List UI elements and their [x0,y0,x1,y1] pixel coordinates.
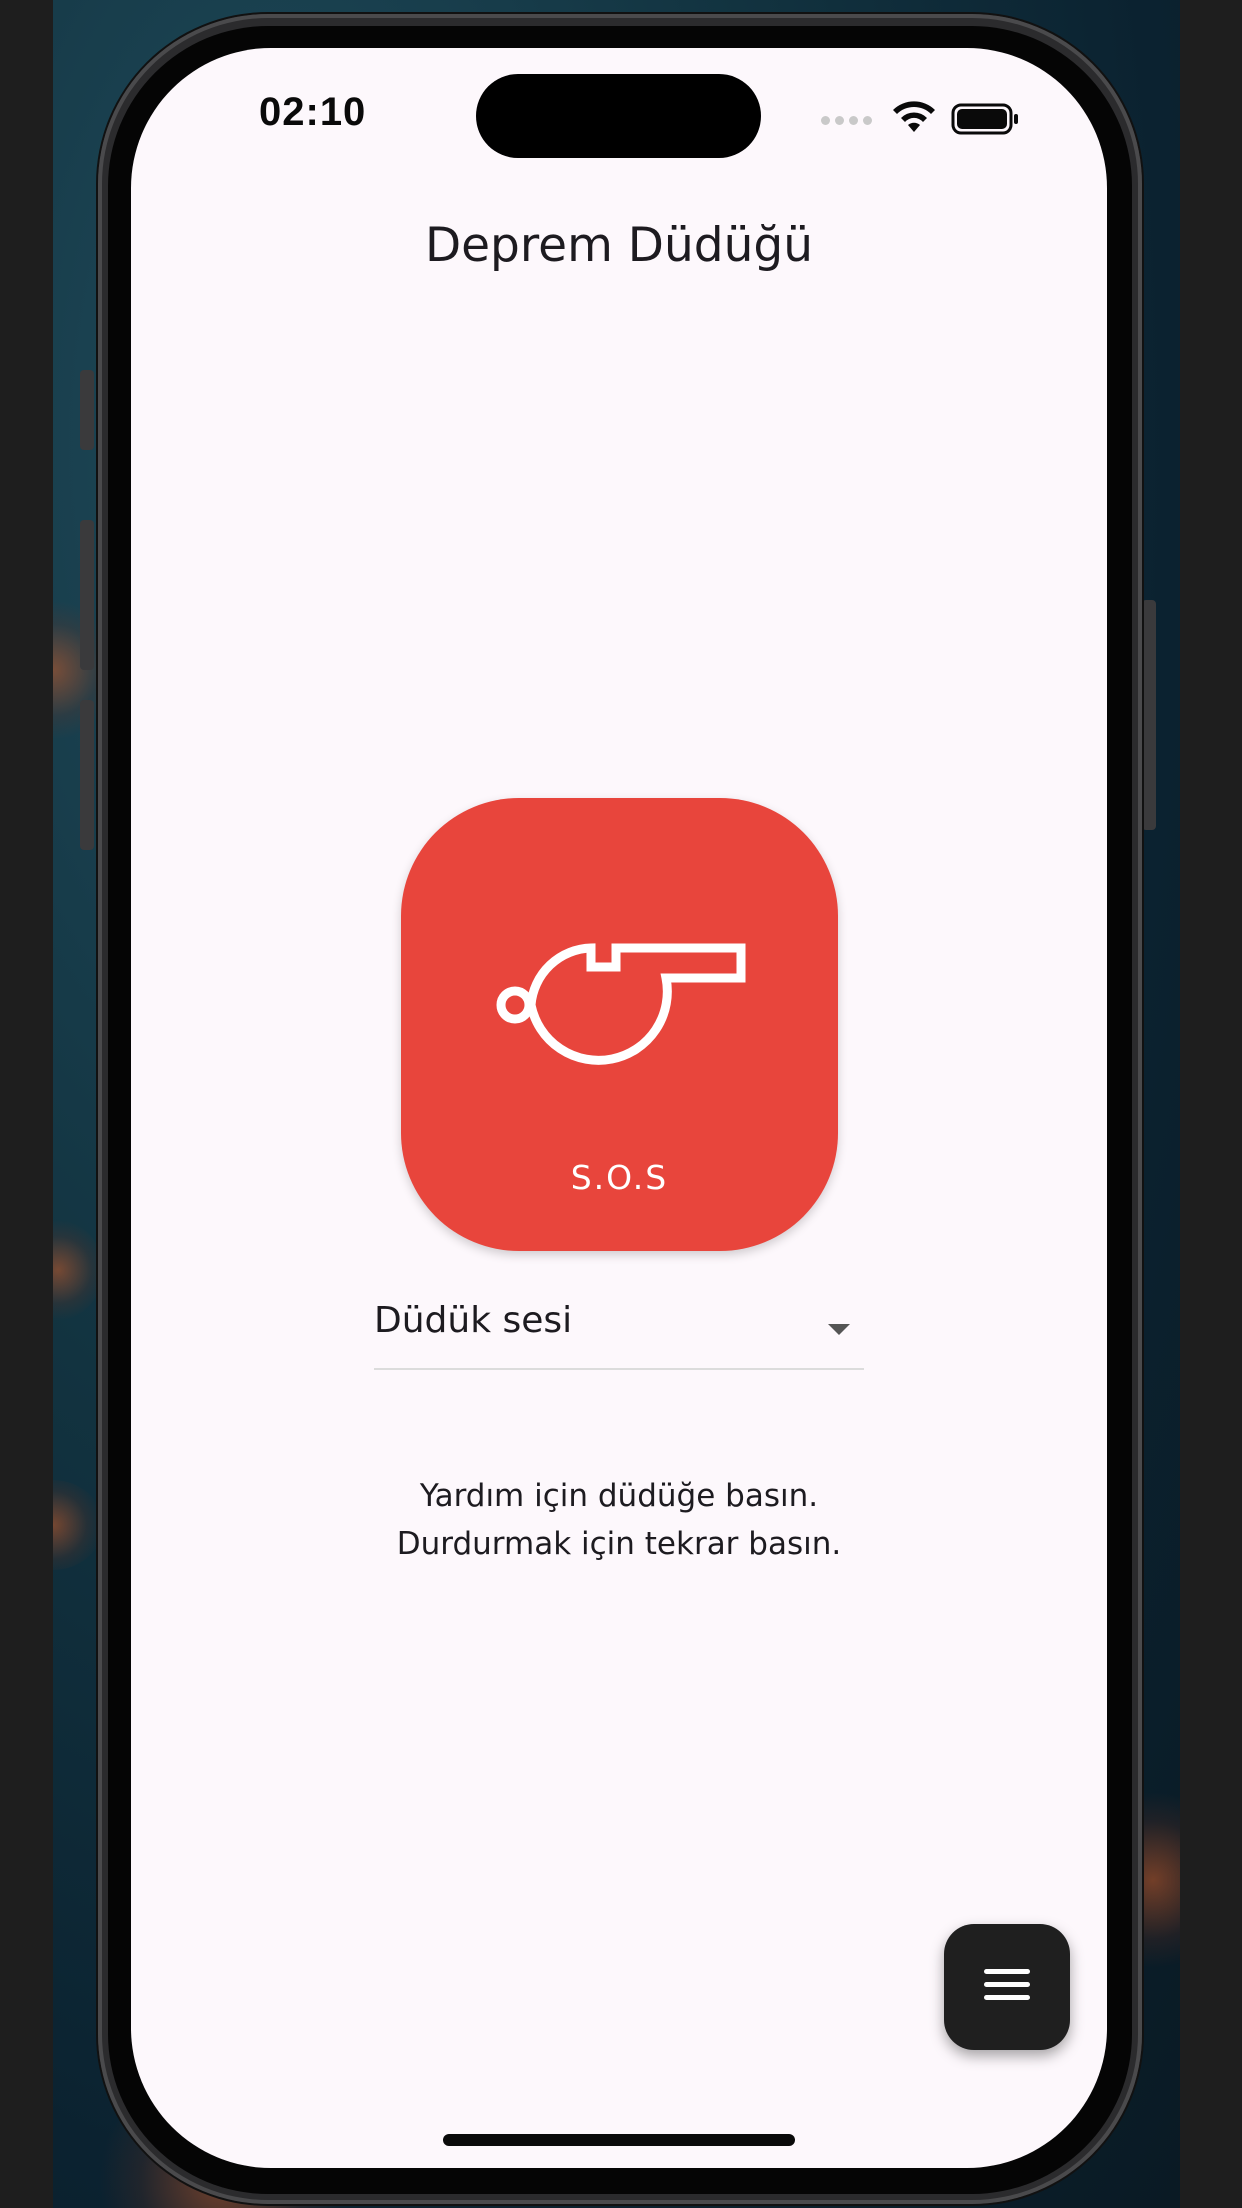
background-left-edge [0,0,53,2208]
help-text: Yardım için düdüğe basın. Durdurmak için… [131,1472,1107,1568]
volume-up-button [80,520,94,670]
sos-label: S.O.S [570,1158,669,1197]
whistle-sound-dropdown[interactable]: Düdük sesi [374,1288,864,1370]
volume-down-button [80,700,94,850]
background-right-edge [1180,0,1242,2208]
dynamic-island [476,74,761,158]
sos-whistle-button[interactable]: S.O.S [401,798,838,1251]
app-screen: 02:10 Deprem Düdüğü S.O.S Düdük sesi Yar… [131,48,1107,2168]
status-time: 02:10 [259,90,367,134]
mute-switch [80,370,94,450]
dropdown-selected-value: Düdük sesi [374,1300,573,1341]
menu-button[interactable] [944,1924,1070,2050]
cellular-signal-icon [821,116,881,126]
help-text-line-1: Yardım için düdüğe basın. [419,1478,819,1514]
battery-icon [951,103,1018,135]
status-icons [821,96,1021,140]
whistle-icon [496,943,746,1065]
chevron-down-icon [828,1324,850,1335]
power-button [1142,600,1156,830]
help-text-line-2: Durdurmak için tekrar basın. [396,1526,842,1562]
menu-icon [984,1969,1030,2005]
page-title: Deprem Düdüğü [424,218,814,273]
home-indicator[interactable] [443,2134,795,2146]
wifi-icon [893,101,935,132]
